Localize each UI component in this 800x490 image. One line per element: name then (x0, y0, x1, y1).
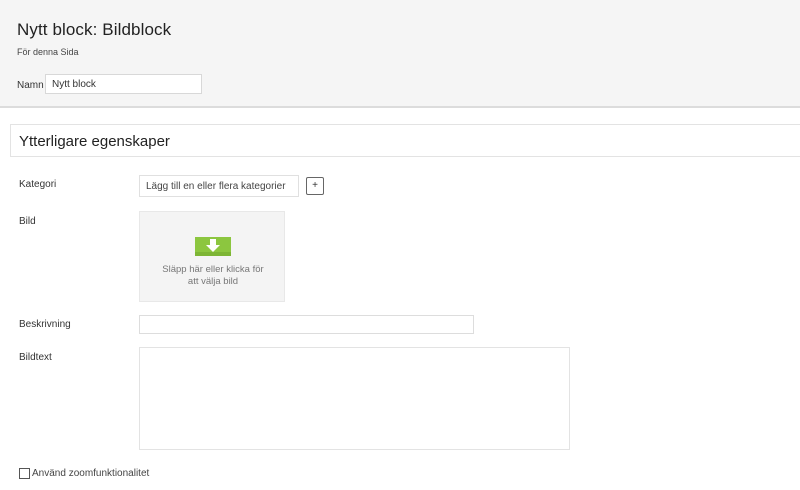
dropzone-text-line2: att välja bild (187, 276, 239, 287)
caption-textarea[interactable] (139, 347, 570, 450)
description-input[interactable] (139, 315, 474, 334)
download-arrow-icon (195, 237, 231, 256)
category-label: Kategori (19, 179, 57, 190)
caption-label: Bildtext (19, 352, 52, 363)
image-label: Bild (19, 216, 36, 227)
page-title: Nytt block: Bildblock (17, 20, 172, 39)
category-placeholder: Lägg till en eller flera kategorier (146, 180, 286, 192)
image-dropzone[interactable]: Släpp här eller klicka för att välja bil… (139, 211, 285, 302)
category-input[interactable]: Lägg till en eller flera kategorier (139, 175, 299, 197)
add-category-button[interactable]: + (306, 177, 324, 195)
zoom-label: Använd zoomfunktionalitet (32, 468, 150, 479)
dropzone-text: Släpp här eller klicka för att välja bil… (140, 264, 286, 288)
block-header: Nytt block: Bildblock För denna Sida Nam… (0, 0, 800, 108)
name-label: Namn (17, 80, 44, 91)
dropzone-text-line1: Släpp här eller klicka för (162, 264, 264, 275)
zoom-checkbox[interactable] (19, 468, 30, 479)
description-label: Beskrivning (19, 319, 71, 330)
name-input[interactable] (45, 74, 202, 94)
section-title: Ytterligare egenskaper (19, 133, 170, 150)
section-header: Ytterligare egenskaper (10, 124, 800, 157)
page-subtitle: För denna Sida (17, 47, 79, 57)
